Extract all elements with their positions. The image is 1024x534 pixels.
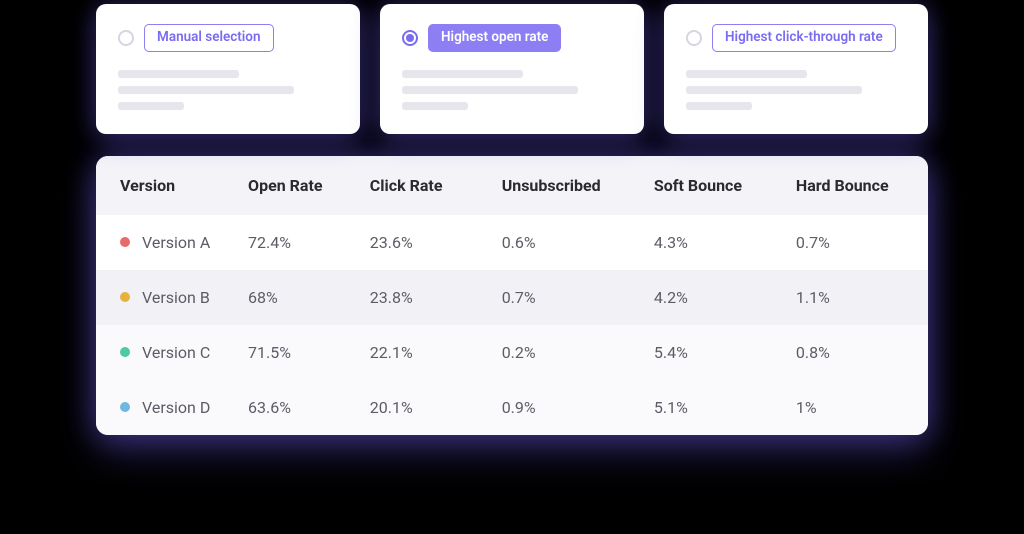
cell-click-rate: 23.6% [360, 215, 492, 270]
cell-unsubscribed: 0.9% [492, 380, 644, 435]
cell-hard-bounce: 0.7% [786, 215, 928, 270]
version-dot-icon [120, 347, 130, 357]
table-row[interactable]: Version B 68%23.8%0.7%4.2%1.1% [96, 270, 928, 325]
option-card-click-rate[interactable]: Highest click-through rate [664, 4, 928, 134]
option-card-manual[interactable]: Manual selection [96, 4, 360, 134]
cell-open-rate: 63.6% [238, 380, 360, 435]
header-version: Version [96, 156, 238, 215]
version-name: Version A [142, 233, 210, 252]
skeleton-preview [402, 70, 622, 110]
header-hard-bounce: Hard Bounce [786, 156, 928, 215]
skeleton-preview [118, 70, 338, 110]
skeleton-preview [686, 70, 906, 110]
version-dot-icon [120, 237, 130, 247]
cell-unsubscribed: 0.6% [492, 215, 644, 270]
option-label: Manual selection [144, 24, 274, 52]
cell-click-rate: 23.8% [360, 270, 492, 325]
version-dot-icon [120, 402, 130, 412]
radio-icon [686, 30, 702, 46]
cell-open-rate: 68% [238, 270, 360, 325]
cell-hard-bounce: 1% [786, 380, 928, 435]
cell-soft-bounce: 5.4% [644, 325, 786, 380]
header-open-rate: Open Rate [238, 156, 360, 215]
cell-click-rate: 20.1% [360, 380, 492, 435]
cell-soft-bounce: 5.1% [644, 380, 786, 435]
cell-soft-bounce: 4.2% [644, 270, 786, 325]
cell-soft-bounce: 4.3% [644, 215, 786, 270]
cell-unsubscribed: 0.2% [492, 325, 644, 380]
option-card-open-rate[interactable]: Highest open rate [380, 4, 644, 134]
table-row[interactable]: Version C 71.5%22.1%0.2%5.4%0.8% [96, 325, 928, 380]
winner-selection-cards: Manual selection Highest open rate [96, 4, 928, 134]
table-header-row: Version Open Rate Click Rate Unsubscribe… [96, 156, 928, 215]
radio-icon [402, 30, 418, 46]
table-row[interactable]: Version D 63.6%20.1%0.9%5.1%1% [96, 380, 928, 435]
version-name: Version C [142, 343, 210, 362]
version-dot-icon [120, 292, 130, 302]
results-table: Version Open Rate Click Rate Unsubscribe… [96, 156, 928, 435]
cell-open-rate: 72.4% [238, 215, 360, 270]
option-label: Highest open rate [428, 24, 561, 52]
cell-unsubscribed: 0.7% [492, 270, 644, 325]
header-soft-bounce: Soft Bounce [644, 156, 786, 215]
header-click-rate: Click Rate [360, 156, 492, 215]
radio-icon [118, 30, 134, 46]
cell-click-rate: 22.1% [360, 325, 492, 380]
version-name: Version B [142, 288, 210, 307]
version-name: Version D [142, 398, 210, 417]
cell-hard-bounce: 1.1% [786, 270, 928, 325]
header-unsubscribed: Unsubscribed [492, 156, 644, 215]
option-label: Highest click-through rate [712, 24, 896, 52]
table-row[interactable]: Version A 72.4%23.6%0.6%4.3%0.7% [96, 215, 928, 270]
cell-hard-bounce: 0.8% [786, 325, 928, 380]
cell-open-rate: 71.5% [238, 325, 360, 380]
